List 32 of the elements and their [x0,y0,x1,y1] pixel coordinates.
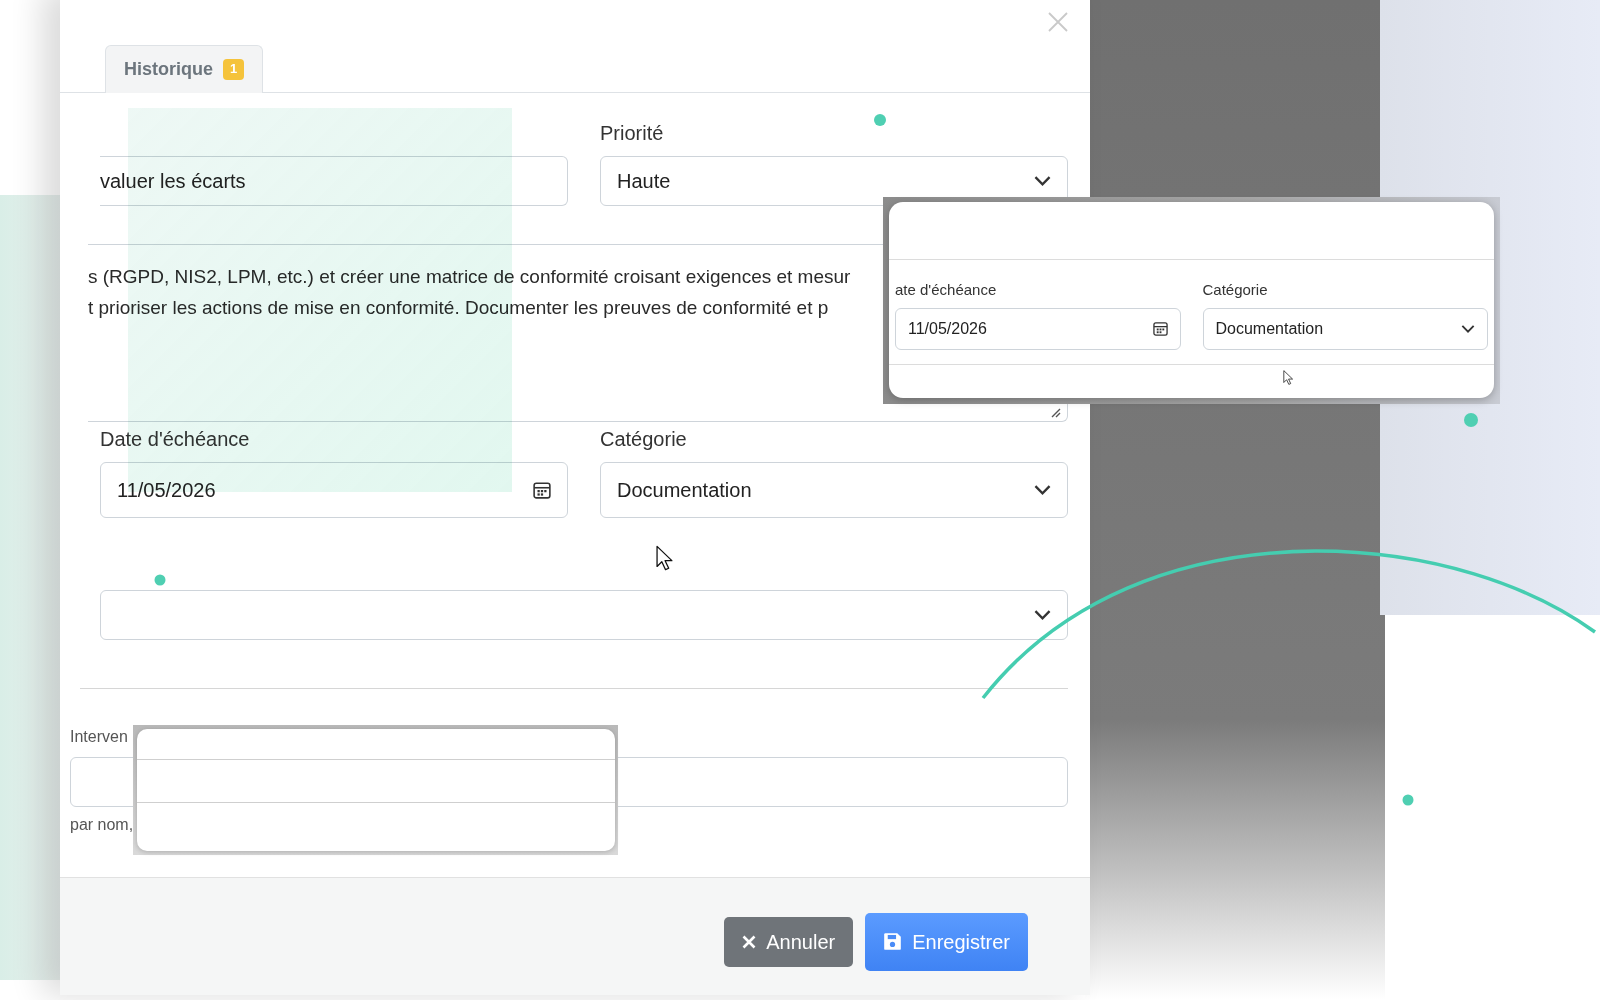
field-label: Catégorie [1202,280,1268,300]
chevron-down-icon [1034,176,1051,186]
select-field[interactable]: Documentation [600,462,1068,518]
cross-icon [742,934,757,949]
chevron-down-icon [1034,485,1051,495]
close-icon[interactable] [1048,12,1068,32]
date-field[interactable]: 11/05/2026 [100,462,568,518]
dot-icon [1464,413,1478,427]
text-field[interactable]: valuer les écarts [100,156,568,206]
tab[interactable]: Historique 1 [105,45,264,93]
hint-text: par nom, [70,815,134,835]
calendar-icon [533,481,551,499]
calendar-icon [1152,321,1168,336]
field-label: Catégorie [600,427,687,452]
cursor-icon [656,545,674,571]
dot-icon [1402,794,1414,806]
dot-icon [874,114,886,126]
date-field[interactable]: 11/05/2026 [895,307,1181,350]
dot-icon [154,574,166,586]
field-label: Date d'échéance [100,427,250,452]
select-field[interactable]: Documentation [1202,307,1488,350]
field-label: Interven [70,727,128,747]
chevron-down-icon [1461,324,1475,333]
cursor-icon [1283,370,1294,385]
field-label: Priorité [600,121,664,146]
count-badge: 1 [223,59,245,80]
field-label: ate d'échéance [895,280,997,300]
cancel-button[interactable]: Annuler [724,916,854,967]
select-field[interactable] [100,590,1068,640]
chevron-down-icon [1034,610,1051,620]
select-field[interactable]: Haute [600,156,1068,206]
resize-handle-icon[interactable] [1049,406,1061,418]
